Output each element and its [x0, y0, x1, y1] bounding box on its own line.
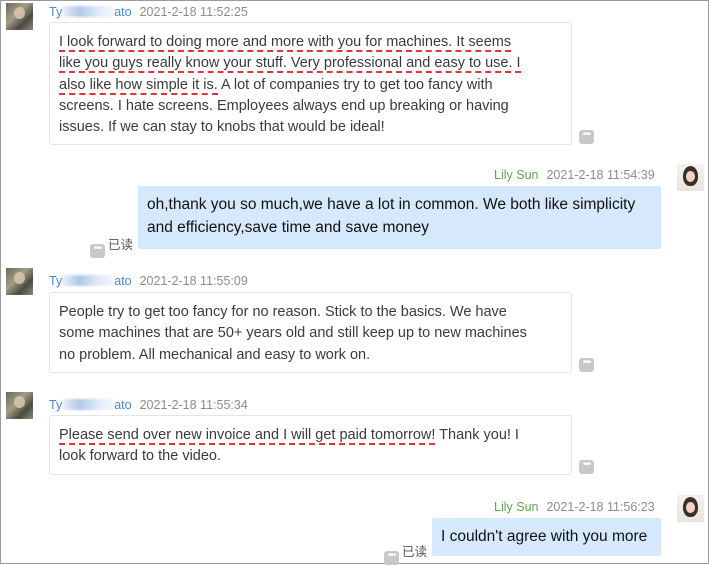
sender-name[interactable]: Ty ato: [49, 5, 132, 19]
underlined-text: like you guys really know your stuff. Ve…: [59, 55, 521, 74]
own-avatar[interactable]: [677, 164, 704, 191]
contact-avatar[interactable]: [6, 3, 33, 30]
redacted-name-blur: [62, 399, 115, 410]
text-line: look forward to the video.: [59, 448, 222, 465]
read-status: ••• 已读: [90, 234, 133, 258]
sender-name[interactable]: Lily Sun: [494, 168, 538, 182]
message-time: 2021-2-18 11:55:34: [139, 398, 248, 412]
sender-name[interactable]: Ty ato: [49, 398, 132, 412]
text-line: People try to get too fancy for no reaso…: [59, 304, 507, 320]
text-line: A lot of companies try to get too fancy …: [217, 76, 493, 93]
message-text: I look forward to doing more and more wi…: [59, 32, 562, 138]
message-bubble-outgoing[interactable]: oh,thank you so much,we have a lot in co…: [138, 186, 661, 249]
message-bubble-incoming[interactable]: I look forward to doing more and more wi…: [49, 22, 572, 145]
more-options-icon[interactable]: •••: [579, 130, 594, 144]
message-text: I couldn't agree with you more: [441, 525, 652, 548]
contact-avatar[interactable]: [6, 268, 33, 295]
message-header: Ty ato 2021-2-18 11:52:25: [49, 5, 248, 19]
message-time: 2021-2-18 11:56:23: [546, 500, 655, 514]
message-header: Lily Sun 2021-2-18 11:56:23: [494, 500, 655, 514]
underlined-text: also like how simple it is.: [59, 76, 218, 95]
message-text: Please send over new invoice and I will …: [59, 425, 562, 468]
redacted-name-blur: [62, 275, 115, 286]
read-label: 已读: [108, 238, 134, 252]
read-status: ••• 已读: [384, 541, 427, 565]
text-line: Thank you! I: [435, 427, 519, 443]
message-bubble-incoming[interactable]: People try to get too fancy for no reaso…: [49, 292, 572, 373]
own-avatar[interactable]: [677, 495, 704, 522]
message-bubble-outgoing[interactable]: I couldn't agree with you more: [432, 518, 661, 556]
text-line: oh,thank you so much,we have a lot in co…: [147, 196, 636, 213]
underlined-text: I look forward to doing more and more wi…: [59, 34, 512, 52]
contact-avatar[interactable]: [6, 392, 33, 419]
more-options-icon[interactable]: •••: [384, 551, 399, 565]
underlined-text: Please send over new invoice and I will …: [59, 427, 436, 445]
read-label: 已读: [402, 545, 428, 559]
text-line: issues. If we can stay to knobs that wou…: [59, 119, 385, 136]
text-line: screens. I hate screens. Employees alway…: [59, 97, 509, 114]
sender-name[interactable]: Lily Sun: [494, 500, 538, 514]
more-options-icon[interactable]: •••: [579, 460, 594, 474]
message-time: 2021-2-18 11:52:25: [139, 5, 248, 19]
message-bubble-incoming[interactable]: Please send over new invoice and I will …: [49, 415, 572, 475]
message-time: 2021-2-18 11:54:39: [546, 168, 655, 182]
message-text: People try to get too fancy for no reaso…: [59, 302, 562, 366]
more-options-icon[interactable]: •••: [579, 358, 594, 372]
message-header: Ty ato 2021-2-18 11:55:09: [49, 274, 248, 288]
sender-name[interactable]: Ty ato: [49, 274, 132, 288]
message-text: oh,thank you so much,we have a lot in co…: [147, 193, 652, 239]
redacted-name-blur: [62, 6, 115, 17]
message-header: Lily Sun 2021-2-18 11:54:39: [494, 168, 655, 182]
text-line: and efficiency,save time and save money: [147, 219, 430, 236]
text-line: some machines that are 50+ years old and…: [59, 325, 527, 342]
message-time: 2021-2-18 11:55:09: [139, 274, 248, 288]
text-line: I couldn't agree with you more: [441, 528, 648, 545]
text-line: no problem. All mechanical and easy to w…: [59, 346, 371, 363]
more-options-icon[interactable]: •••: [90, 244, 105, 258]
message-header: Ty ato 2021-2-18 11:55:34: [49, 398, 248, 412]
